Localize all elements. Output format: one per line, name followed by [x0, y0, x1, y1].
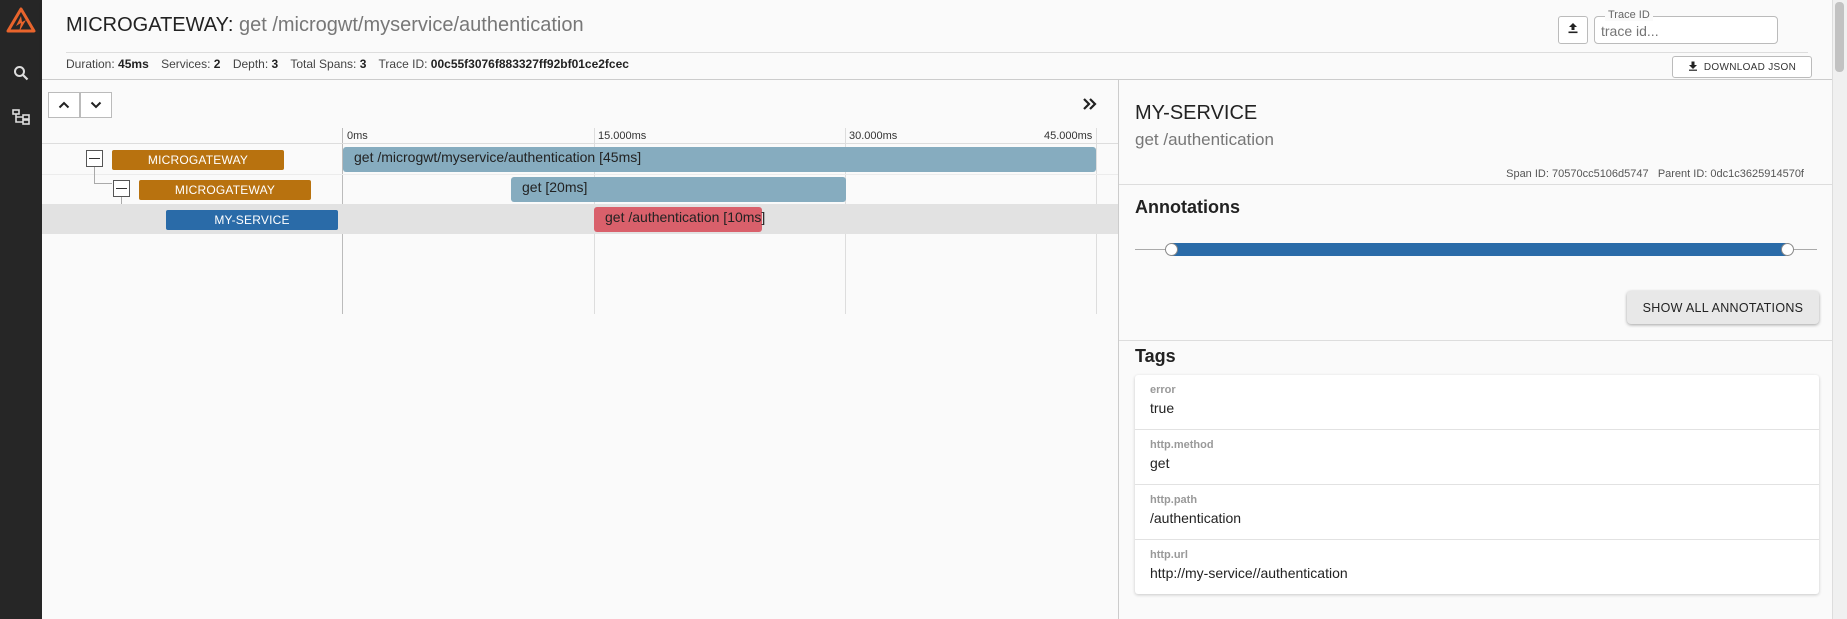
detail-divider [1119, 184, 1833, 185]
trace-id-field-label: Trace ID [1605, 9, 1653, 21]
span-row[interactable]: MICROGATEWAY get [20ms] [42, 174, 1118, 204]
tag-item: http.url http://my-service//authenticati… [1135, 540, 1819, 594]
tag-item: http.path /authentication [1135, 485, 1819, 540]
zipkin-app: MICROGATEWAY: get /microgwt/myservice/au… [0, 0, 1847, 619]
upload-json-button[interactable] [1558, 16, 1588, 44]
span-service-label[interactable]: MY-SERVICE [166, 210, 338, 230]
title-service: MICROGATEWAY [66, 14, 228, 36]
double-chevron-right-icon [1082, 97, 1098, 116]
total-spans-label: Total Spans: [290, 57, 357, 71]
tag-value: get [1150, 455, 1170, 471]
detail-operation-name: get /authentication [1135, 130, 1274, 149]
span-row[interactable]: MICROGATEWAY get /microgwt/myservice/aut… [42, 144, 1118, 174]
page-title: MICROGATEWAY: get /microgwt/myservice/au… [66, 14, 584, 37]
header-divider [66, 52, 1808, 53]
chevron-down-icon [90, 96, 102, 114]
tag-item: http.method get [1135, 430, 1819, 485]
span-bar-error[interactable] [594, 207, 762, 232]
tick-label: 30.000ms [849, 130, 898, 142]
span-bar[interactable] [511, 177, 846, 202]
trace-header: MICROGATEWAY: get /microgwt/myservice/au… [42, 0, 1832, 80]
tag-value: true [1150, 400, 1175, 416]
span-id-label: Span ID: [1506, 168, 1549, 180]
parent-id-value: 0dc1c3625914570f [1710, 168, 1804, 180]
page-scrollbar-thumb[interactable] [1835, 2, 1844, 72]
tick-label: 45.000ms [1044, 130, 1093, 142]
trace-summary: Duration: 45ms Services: 2 Depth: 3 Tota… [66, 57, 638, 71]
depth-value: 3 [271, 57, 279, 71]
total-spans-value: 3 [359, 57, 367, 71]
expand-up-button[interactable] [48, 92, 80, 118]
annotation-slider-end-handle[interactable] [1781, 243, 1794, 256]
services-label: Services: [161, 57, 211, 71]
chevron-up-icon [58, 96, 70, 114]
collapse-toggle-icon[interactable] [86, 150, 103, 167]
services-value: 2 [213, 57, 221, 71]
span-service-label[interactable]: MICROGATEWAY [112, 150, 284, 170]
download-json-label: DOWNLOAD JSON [1703, 61, 1797, 73]
tag-key: http.path [1150, 494, 1198, 506]
duration-value: 45ms [118, 57, 149, 71]
tags-list: error true http.method get http.path /au… [1135, 375, 1819, 594]
tag-key: http.method [1150, 439, 1214, 451]
tick-label: 15.000ms [598, 130, 647, 142]
trace-timeline: 0ms 15.000ms 30.000ms 45.000ms MICROGATE… [42, 80, 1118, 619]
tag-value: http://my-service//authentication [1150, 565, 1348, 581]
span-id-value: 70570cc5106d5747 [1551, 168, 1649, 180]
trace-id-label: Trace ID: [378, 57, 428, 71]
trace-id-input[interactable] [1601, 21, 1771, 41]
dependencies-icon[interactable] [8, 104, 34, 130]
span-detail-panel: MY-SERVICE get /authentication Span ID: … [1118, 80, 1833, 619]
annotation-slider-start-handle[interactable] [1165, 243, 1178, 256]
annotations-heading: Annotations [1135, 197, 1240, 217]
title-operation: get /microgwt/myservice/authentication [238, 14, 584, 36]
span-bar[interactable] [343, 147, 1096, 172]
logo-icon[interactable] [4, 6, 38, 40]
show-all-annotations-button[interactable]: SHOW ALL ANNOTATIONS [1627, 291, 1819, 324]
duration-label: Duration: [66, 57, 115, 71]
annotation-slider-range[interactable] [1171, 243, 1787, 256]
download-json-button[interactable]: DOWNLOAD JSON [1672, 56, 1812, 78]
detail-divider [1119, 340, 1833, 341]
page-scrollbar[interactable] [1832, 0, 1847, 619]
collapse-detail-button[interactable] [1080, 96, 1100, 116]
download-icon [1688, 61, 1698, 74]
tag-value: /authentication [1150, 510, 1242, 526]
search-icon[interactable] [8, 60, 34, 86]
span-row-selected[interactable]: MY-SERVICE get /authentication [10ms] [42, 204, 1118, 234]
tag-key: http.url [1150, 549, 1188, 561]
tag-key: error [1150, 384, 1176, 396]
tick-label: 0ms [347, 130, 368, 142]
expand-down-button[interactable] [80, 92, 112, 118]
left-nav [0, 0, 42, 619]
span-service-label[interactable]: MICROGATEWAY [139, 180, 311, 200]
tag-item: error true [1135, 375, 1819, 430]
trace-id-field: Trace ID [1594, 9, 1778, 44]
trace-id-value: 00c55f3076f883327ff92bf01ce2fcec [430, 57, 629, 71]
parent-id-label: Parent ID: [1657, 168, 1708, 180]
collapse-toggle-icon[interactable] [113, 180, 130, 197]
depth-label: Depth: [232, 57, 269, 71]
title-separator: : [227, 14, 234, 36]
upload-icon [1567, 21, 1579, 39]
detail-service-name: MY-SERVICE [1135, 102, 1258, 124]
span-ids: Span ID: 70570cc5106d5747 Parent ID: 0dc… [1506, 168, 1804, 180]
tags-heading: Tags [1135, 346, 1176, 366]
